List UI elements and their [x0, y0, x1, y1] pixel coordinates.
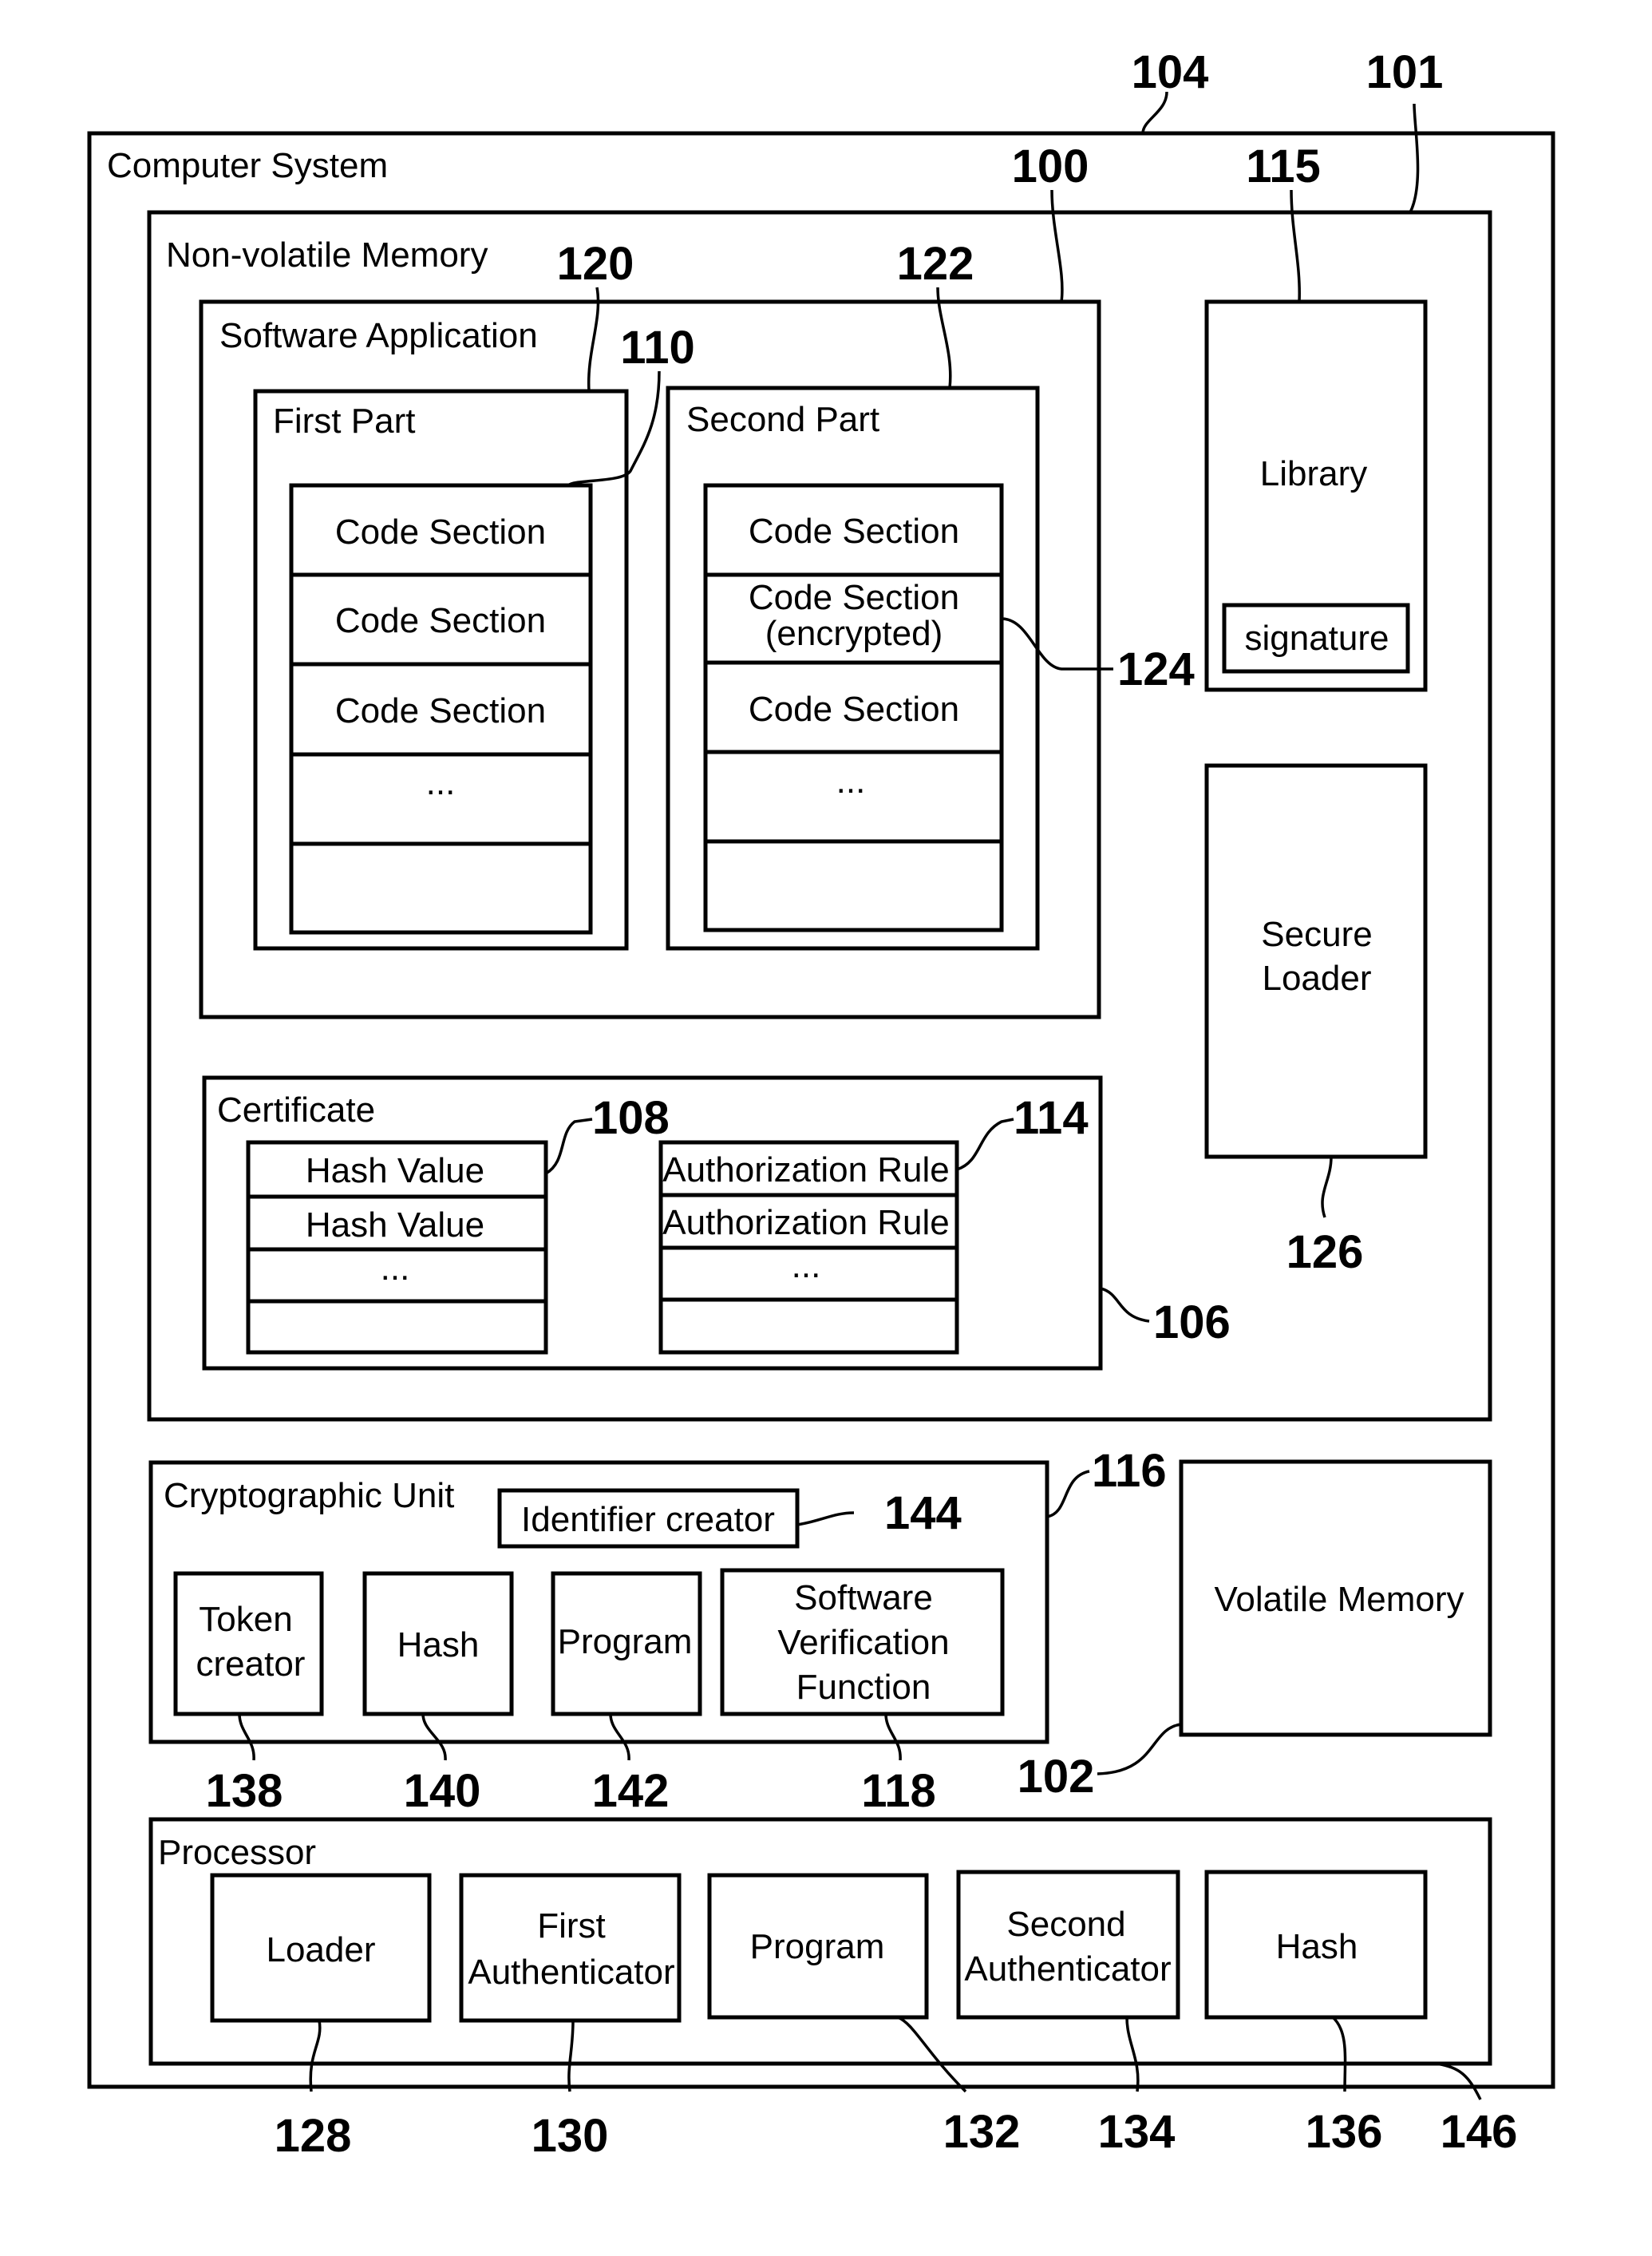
- software-application-label: Software Application: [219, 316, 538, 355]
- authorization-rule-item: Authorization Rule: [662, 1203, 950, 1242]
- ref-128: 128: [275, 2110, 352, 2162]
- second-part-label: Second Part: [686, 400, 879, 439]
- crypto-program-label: Program: [558, 1622, 693, 1661]
- ref-101: 101: [1366, 46, 1444, 98]
- ref-130: 130: [532, 2110, 609, 2162]
- ref-124: 124: [1117, 643, 1195, 695]
- ref-110: 110: [620, 322, 695, 374]
- ref-100: 100: [1012, 141, 1089, 192]
- code-section-item: Code Section: [335, 691, 546, 730]
- first-authenticator-label-line1: First: [537, 1906, 606, 1945]
- svf-label-line2: Verification: [777, 1623, 949, 1662]
- second-authenticator-label-line2: Authenticator: [964, 1949, 1171, 1989]
- second-authenticator-label-line1: Second: [1006, 1905, 1125, 1944]
- ref-126: 126: [1286, 1226, 1364, 1278]
- volatile-memory-label: Volatile Memory: [1214, 1580, 1464, 1619]
- processor-program-label: Program: [750, 1927, 885, 1966]
- hash-value-item: Hash Value: [306, 1205, 484, 1245]
- ref-120: 120: [557, 238, 634, 290]
- code-section-item: Code Section: [335, 513, 546, 552]
- ref-122: 122: [897, 238, 974, 290]
- ref-108: 108: [592, 1092, 670, 1144]
- ref-140: 140: [404, 1765, 481, 1817]
- token-creator-label-line2: creator: [196, 1645, 306, 1684]
- token-creator-box: [173, 1571, 324, 1716]
- ref-142: 142: [592, 1765, 670, 1817]
- svf-label-line3: Function: [796, 1668, 931, 1707]
- first-authenticator-label-line2: Authenticator: [468, 1953, 674, 1992]
- processor-block: Processor 146 Loader 128 First Authentic…: [148, 1817, 1518, 2162]
- ref-134: 134: [1098, 2106, 1176, 2158]
- certificate-label: Certificate: [217, 1090, 375, 1130]
- code-section-ellipsis: ...: [836, 762, 866, 801]
- authorization-rule-list: Authorization Rule Authorization Rule ..…: [658, 1140, 959, 1355]
- code-section-item: Code Section: [749, 512, 959, 551]
- ref-144: 144: [884, 1487, 962, 1539]
- ref-116: 116: [1092, 1445, 1167, 1497]
- encrypted-code-section-line1: Code Section: [749, 578, 959, 617]
- second-authenticator-box: [956, 1870, 1180, 2020]
- cryptographic-unit-label: Cryptographic Unit: [164, 1476, 454, 1515]
- svf-label-line1: Software: [794, 1578, 933, 1617]
- token-creator-label-line1: Token: [199, 1600, 292, 1639]
- code-section-ellipsis: ...: [426, 763, 456, 802]
- crypto-hash-label: Hash: [397, 1625, 480, 1664]
- processor-label: Processor: [158, 1833, 316, 1872]
- secure-loader-label-line2: Loader: [1262, 959, 1371, 998]
- code-section-item: Code Section: [335, 601, 546, 640]
- hash-value-list: Hash Value Hash Value ...: [246, 1140, 548, 1355]
- hash-value-ellipsis: ...: [381, 1249, 410, 1288]
- non-volatile-memory-label: Non-volatile Memory: [166, 235, 488, 275]
- secure-loader-label-line1: Secure: [1261, 915, 1372, 954]
- ref-115: 115: [1246, 141, 1321, 192]
- second-part-code-sections: Code Section Code Section (encrypted) Co…: [703, 483, 1004, 932]
- patent-diagram: Computer System 104 Non-volatile Memory …: [87, 46, 1555, 2162]
- authorization-rule-ellipsis: ...: [792, 1246, 821, 1285]
- identifier-creator-label: Identifier creator: [521, 1500, 775, 1539]
- first-part-code-sections: Code Section Code Section Code Section .…: [289, 483, 593, 935]
- first-part-label: First Part: [273, 402, 415, 441]
- ref-132: 132: [943, 2106, 1021, 2158]
- ref-146: 146: [1441, 2106, 1518, 2158]
- ref-136: 136: [1306, 2106, 1383, 2158]
- ref-106: 106: [1153, 1296, 1231, 1348]
- certificate-block: Certificate Hash Value Hash Value ... 10…: [202, 1075, 1231, 1371]
- first-authenticator-box: [459, 1873, 682, 2023]
- ref-138: 138: [206, 1765, 283, 1817]
- ref-104: 104: [1132, 46, 1209, 98]
- code-section-item: Code Section: [749, 690, 959, 729]
- computer-system-label: Computer System: [107, 146, 388, 185]
- authorization-rule-item: Authorization Rule: [662, 1150, 950, 1189]
- signature-label: signature: [1244, 619, 1389, 658]
- ref-118: 118: [861, 1765, 936, 1817]
- ref-114: 114: [1014, 1092, 1089, 1144]
- loader-label: Loader: [266, 1930, 375, 1969]
- processor-hash-label: Hash: [1276, 1927, 1358, 1966]
- hash-value-item: Hash Value: [306, 1151, 484, 1190]
- library-label: Library: [1260, 454, 1368, 493]
- ref-102: 102: [1018, 1751, 1095, 1803]
- encrypted-code-section-line2: (encrypted): [765, 614, 943, 653]
